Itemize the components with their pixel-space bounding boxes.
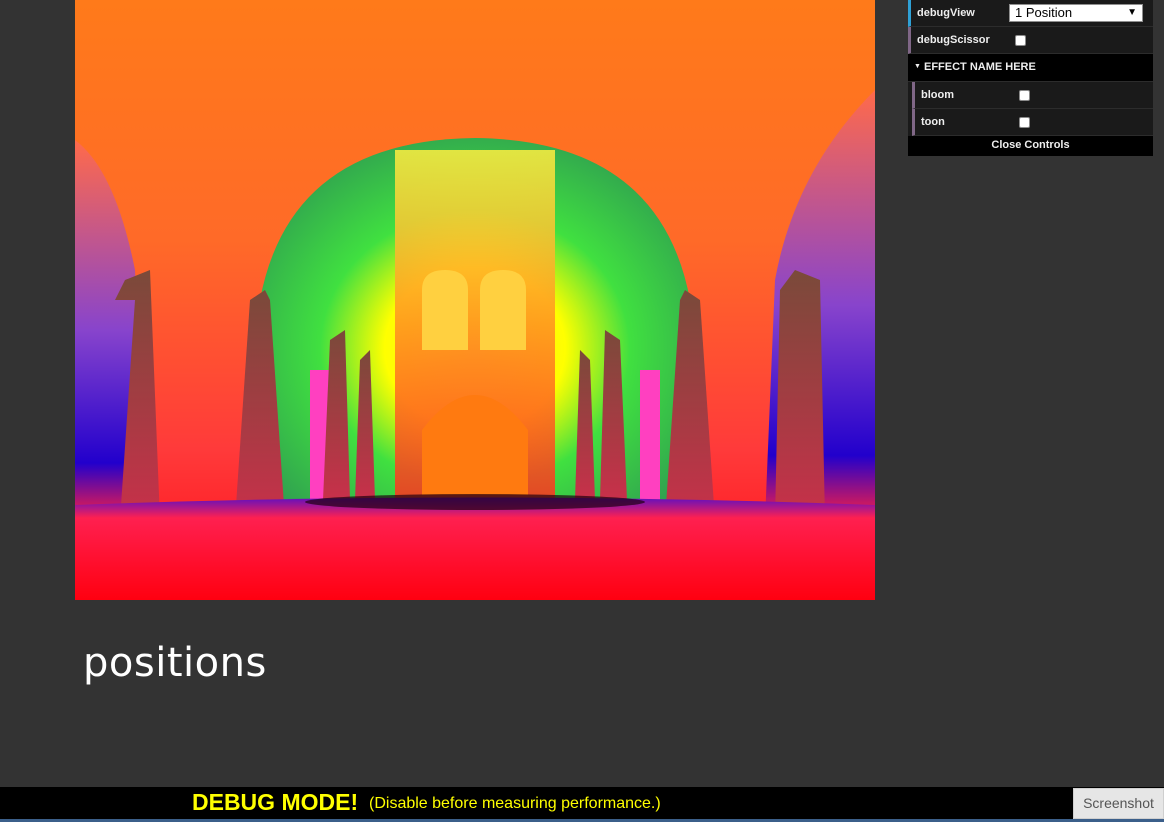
position-buffer-render <box>75 90 875 600</box>
toon-row: toon <box>912 109 1153 136</box>
screenshot-button[interactable]: Screenshot <box>1073 788 1164 819</box>
debug-view-label: debugView <box>917 7 975 19</box>
folder-expand-icon: ▼ <box>914 63 921 70</box>
chevron-down-icon: ▼ <box>1127 7 1137 18</box>
effect-folder-header[interactable]: ▼ EFFECT NAME HERE <box>908 54 1153 82</box>
debug-view-value: 1 Position <box>1015 5 1073 20</box>
debug-scissor-row: debugScissor <box>908 27 1153 54</box>
debug-mode-title: DEBUG MODE! <box>192 789 359 815</box>
controls-panel: debugView 1 Position ▼ debugScissor ▼ EF… <box>908 0 1153 156</box>
folder-title: EFFECT NAME HERE <box>924 61 1036 73</box>
debug-scissor-checkbox[interactable] <box>1015 35 1026 46</box>
toon-checkbox[interactable] <box>1019 117 1030 128</box>
render-caption: positions <box>83 640 267 686</box>
close-controls-button[interactable]: Close Controls <box>908 136 1153 156</box>
render-viewport[interactable] <box>75 0 875 600</box>
bloom-label: bloom <box>921 89 954 101</box>
debug-scissor-label: debugScissor <box>917 34 990 46</box>
debug-banner: DEBUG MODE! (Disable before measuring pe… <box>0 787 1164 822</box>
debug-view-select[interactable]: 1 Position ▼ <box>1009 4 1143 22</box>
bloom-row: bloom <box>912 82 1153 109</box>
bloom-checkbox[interactable] <box>1019 90 1030 101</box>
debug-view-row: debugView 1 Position ▼ <box>908 0 1153 27</box>
toon-label: toon <box>921 116 945 128</box>
debug-mode-note: (Disable before measuring performance.) <box>369 795 661 812</box>
